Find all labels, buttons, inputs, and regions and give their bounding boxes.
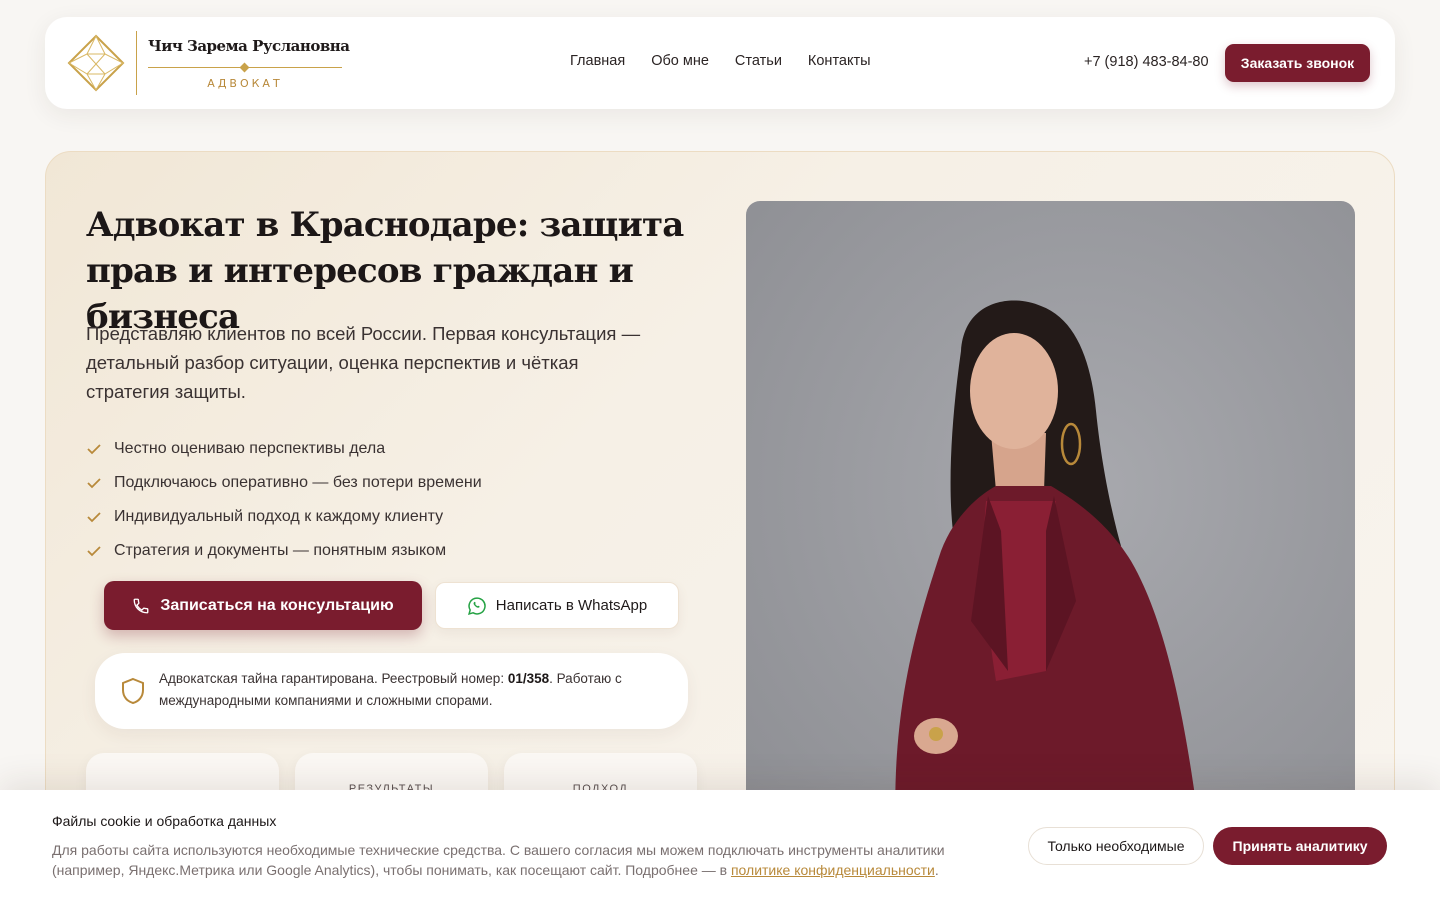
- nav-item-home[interactable]: Главная: [570, 53, 625, 69]
- nav-item-contacts[interactable]: Контакты: [808, 53, 871, 69]
- check-icon: [87, 546, 101, 557]
- hero-lead: Представляю клиентов по всей России. Пер…: [86, 323, 641, 402]
- cookie-title: Файлы cookie и обработка данных: [52, 813, 277, 829]
- list-item-label: Подключаюсь оперативно — без потери врем…: [114, 474, 482, 491]
- logo-diamond-icon: [239, 62, 250, 73]
- phone-link[interactable]: +7 (918) 483-84-80: [1084, 54, 1209, 70]
- check-icon: [87, 512, 101, 523]
- whatsapp-icon: [467, 596, 486, 615]
- site-header: Чич Зарема Руслановна АДВОКАТ Главная Об…: [45, 17, 1395, 109]
- main-nav: Главная Обо мне Статьи Контакты: [570, 53, 871, 69]
- check-icon: [87, 444, 101, 455]
- lawyer-portrait: [746, 201, 1355, 841]
- logo-divider: [136, 31, 137, 95]
- cookie-accept-button[interactable]: Принять аналитику: [1213, 827, 1387, 865]
- nav-item-about[interactable]: Обо мне: [651, 53, 709, 69]
- trust-text-start: Адвокатская тайна гарантирована. Реестро…: [159, 671, 508, 686]
- whatsapp-label: Написать в WhatsApp: [495, 597, 648, 614]
- book-consultation-label: Записаться на консультацию: [160, 596, 394, 614]
- hero-section: Адвокат в Краснодаре: защита прав и инте…: [45, 151, 1395, 900]
- logo-subtitle: АДВОКАТ: [207, 77, 283, 90]
- list-item: Честно оцениваю перспективы дела: [86, 432, 482, 466]
- list-item: Подключаюсь оперативно — без потери врем…: [86, 466, 482, 500]
- order-call-button[interactable]: Заказать звонок: [1225, 44, 1370, 82]
- list-item-label: Индивидуальный подход к каждому клиенту: [114, 508, 444, 525]
- cookie-necessary-button[interactable]: Только необходимые: [1028, 827, 1204, 865]
- trust-text: Адвокатская тайна гарантирована. Реестро…: [159, 668, 669, 712]
- cookie-banner: Файлы cookie и обработка данных Для рабо…: [0, 790, 1440, 900]
- nav-item-articles[interactable]: Статьи: [735, 53, 782, 69]
- phone-icon: [133, 598, 149, 613]
- list-item-label: Честно оцениваю перспективы дела: [114, 440, 386, 457]
- whatsapp-button[interactable]: Написать в WhatsApp: [435, 582, 679, 629]
- shield-icon: [122, 677, 144, 705]
- list-item: Стратегия и документы — понятным языком: [86, 534, 482, 568]
- list-item: Индивидуальный подход к каждому клиенту: [86, 500, 482, 534]
- check-icon: [87, 478, 101, 489]
- logo-name[interactable]: Чич Зарема Руслановна: [148, 37, 350, 55]
- trust-note: Адвокатская тайна гарантирована. Реестро…: [95, 653, 688, 729]
- list-item-label: Стратегия и документы — понятным языком: [114, 542, 447, 559]
- cookie-text-end: .: [934, 862, 939, 878]
- cookie-text: Для работы сайта используются необходимы…: [52, 840, 982, 880]
- book-consultation-button[interactable]: Записаться на консультацию: [104, 581, 422, 630]
- benefits-list: Честно оцениваю перспективы дела Подключ…: [86, 432, 482, 568]
- logo-icon[interactable]: [67, 34, 125, 92]
- privacy-policy-link[interactable]: политике конфиденциальности: [731, 862, 935, 878]
- registry-number: 01/358: [507, 671, 550, 686]
- portrait-illustration: [895, 300, 1201, 841]
